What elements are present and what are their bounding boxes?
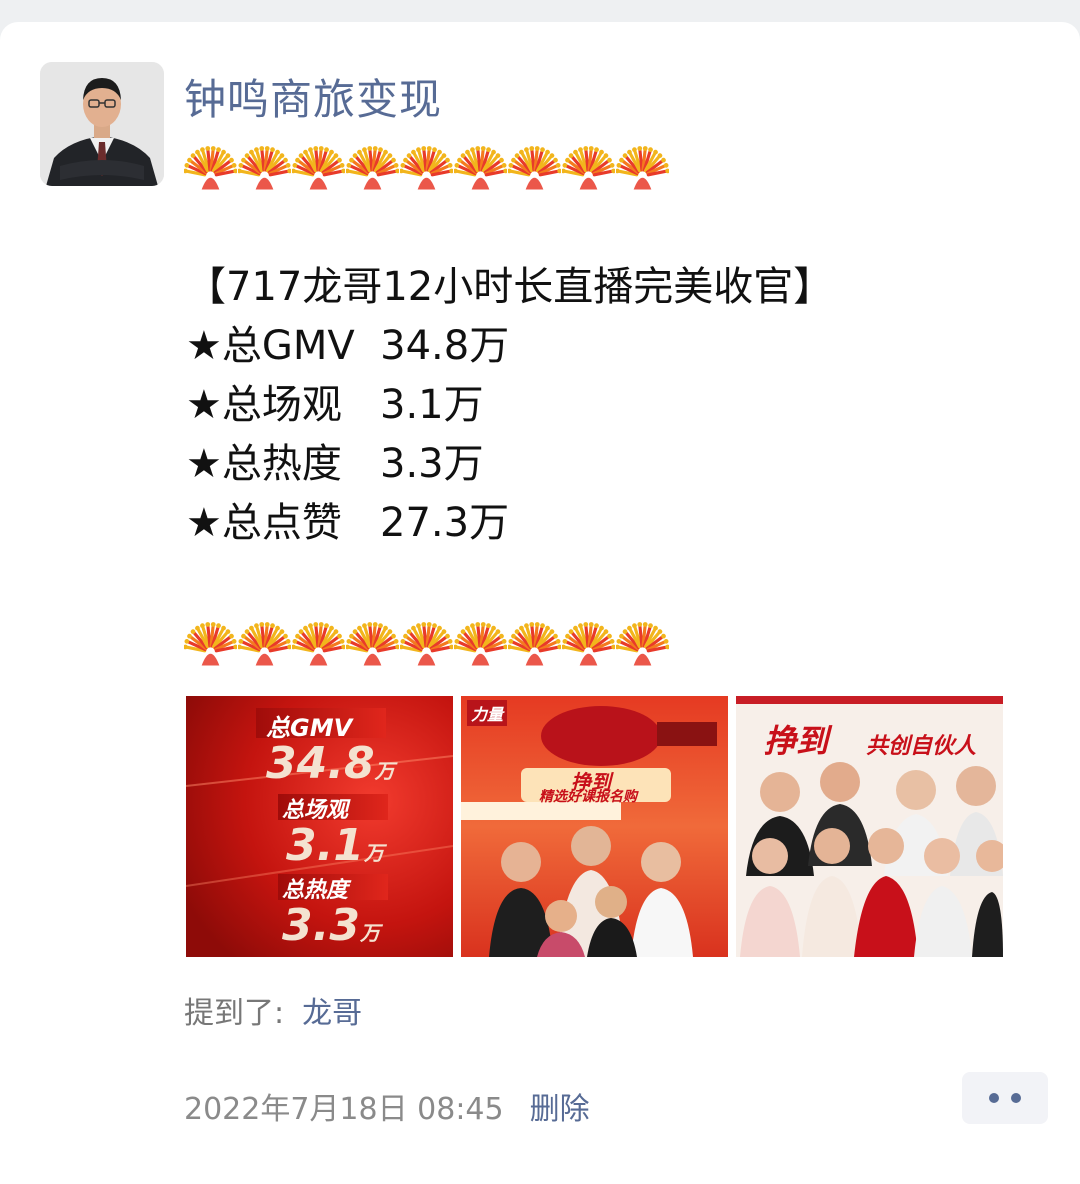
fireworks-icon bbox=[292, 612, 345, 666]
fireworks-icon bbox=[454, 612, 507, 666]
fireworks-icon bbox=[400, 136, 453, 190]
delete-button[interactable]: 删除 bbox=[530, 1092, 590, 1127]
fireworks-icon bbox=[562, 136, 615, 190]
image-thumbnail-stats[interactable]: 总GMV 34.8万 总场观 3.1万 总热度 3.3万 bbox=[186, 696, 453, 957]
fireworks-icon bbox=[238, 136, 291, 190]
more-dot-icon bbox=[1011, 1093, 1021, 1103]
fireworks-icon bbox=[616, 612, 669, 666]
fireworks-icon bbox=[184, 612, 237, 666]
fireworks-icon bbox=[400, 612, 453, 666]
more-actions-button[interactable] bbox=[962, 1072, 1048, 1124]
fireworks-icon bbox=[508, 136, 561, 190]
stat-value: 3.3万 bbox=[282, 900, 380, 951]
moments-post: 钟鸣商旅变现 【717龙哥12小时长直播完美收官】 ★总GMV 34.8万 ★总场观… bbox=[0, 22, 1080, 1184]
post-text-line: 【717龙哥12小时长直播完美收官】 bbox=[186, 264, 834, 310]
fireworks-icon bbox=[508, 612, 561, 666]
more-dot-icon bbox=[989, 1093, 999, 1103]
image-thumbnail-course[interactable]: 力量 挣到 精选好课报名购 bbox=[461, 696, 728, 957]
post-text-line: ★总GMV 34.8万 bbox=[186, 323, 510, 369]
post-text-line: ★总点赞 27.3万 bbox=[186, 500, 510, 546]
fireworks-icon bbox=[616, 136, 669, 190]
post-timestamp: 2022年7月18日 08:45 bbox=[184, 1092, 504, 1127]
fireworks-icon bbox=[454, 136, 507, 190]
mention-line: 提到了: 龙哥 bbox=[184, 988, 362, 1032]
fireworks-row bbox=[184, 612, 669, 666]
mention-name[interactable]: 龙哥 bbox=[302, 996, 362, 1031]
mention-label: 提到了: bbox=[184, 996, 285, 1031]
post-text-line: ★总场观 3.1万 bbox=[186, 382, 484, 428]
stat-value: 3.1万 bbox=[286, 820, 384, 871]
fireworks-icon bbox=[562, 612, 615, 666]
image-grid: 总GMV 34.8万 总场观 3.1万 总热度 3.3万 力量 挣到 精选好课报… bbox=[186, 696, 1003, 957]
fireworks-row bbox=[184, 136, 669, 190]
post-text: 【717龙哥12小时长直播完美收官】 ★总GMV 34.8万 ★总场观 3.1万 ★总… bbox=[186, 258, 833, 553]
fireworks-icon bbox=[346, 612, 399, 666]
post-text-line: ★总热度 3.3万 bbox=[186, 441, 484, 487]
stat-value: 34.8万 bbox=[266, 738, 395, 789]
poster-headline: 挣到 bbox=[764, 722, 829, 760]
fireworks-icon bbox=[238, 612, 291, 666]
fireworks-icon bbox=[292, 136, 345, 190]
poster-badge: 力量 bbox=[467, 700, 508, 726]
image-thumbnail-partners[interactable]: 挣到 共创自伙人 bbox=[736, 696, 1003, 957]
poster-subline: 精选好课报名购 bbox=[539, 789, 637, 805]
avatar[interactable] bbox=[40, 62, 164, 186]
poster-subline: 共创自伙人 bbox=[866, 734, 977, 759]
fireworks-icon bbox=[346, 136, 399, 190]
post-footer: 2022年7月18日 08:45 删除 bbox=[184, 1084, 590, 1128]
fireworks-icon bbox=[184, 136, 237, 190]
author-name[interactable]: 钟鸣商旅变现 bbox=[184, 66, 442, 127]
